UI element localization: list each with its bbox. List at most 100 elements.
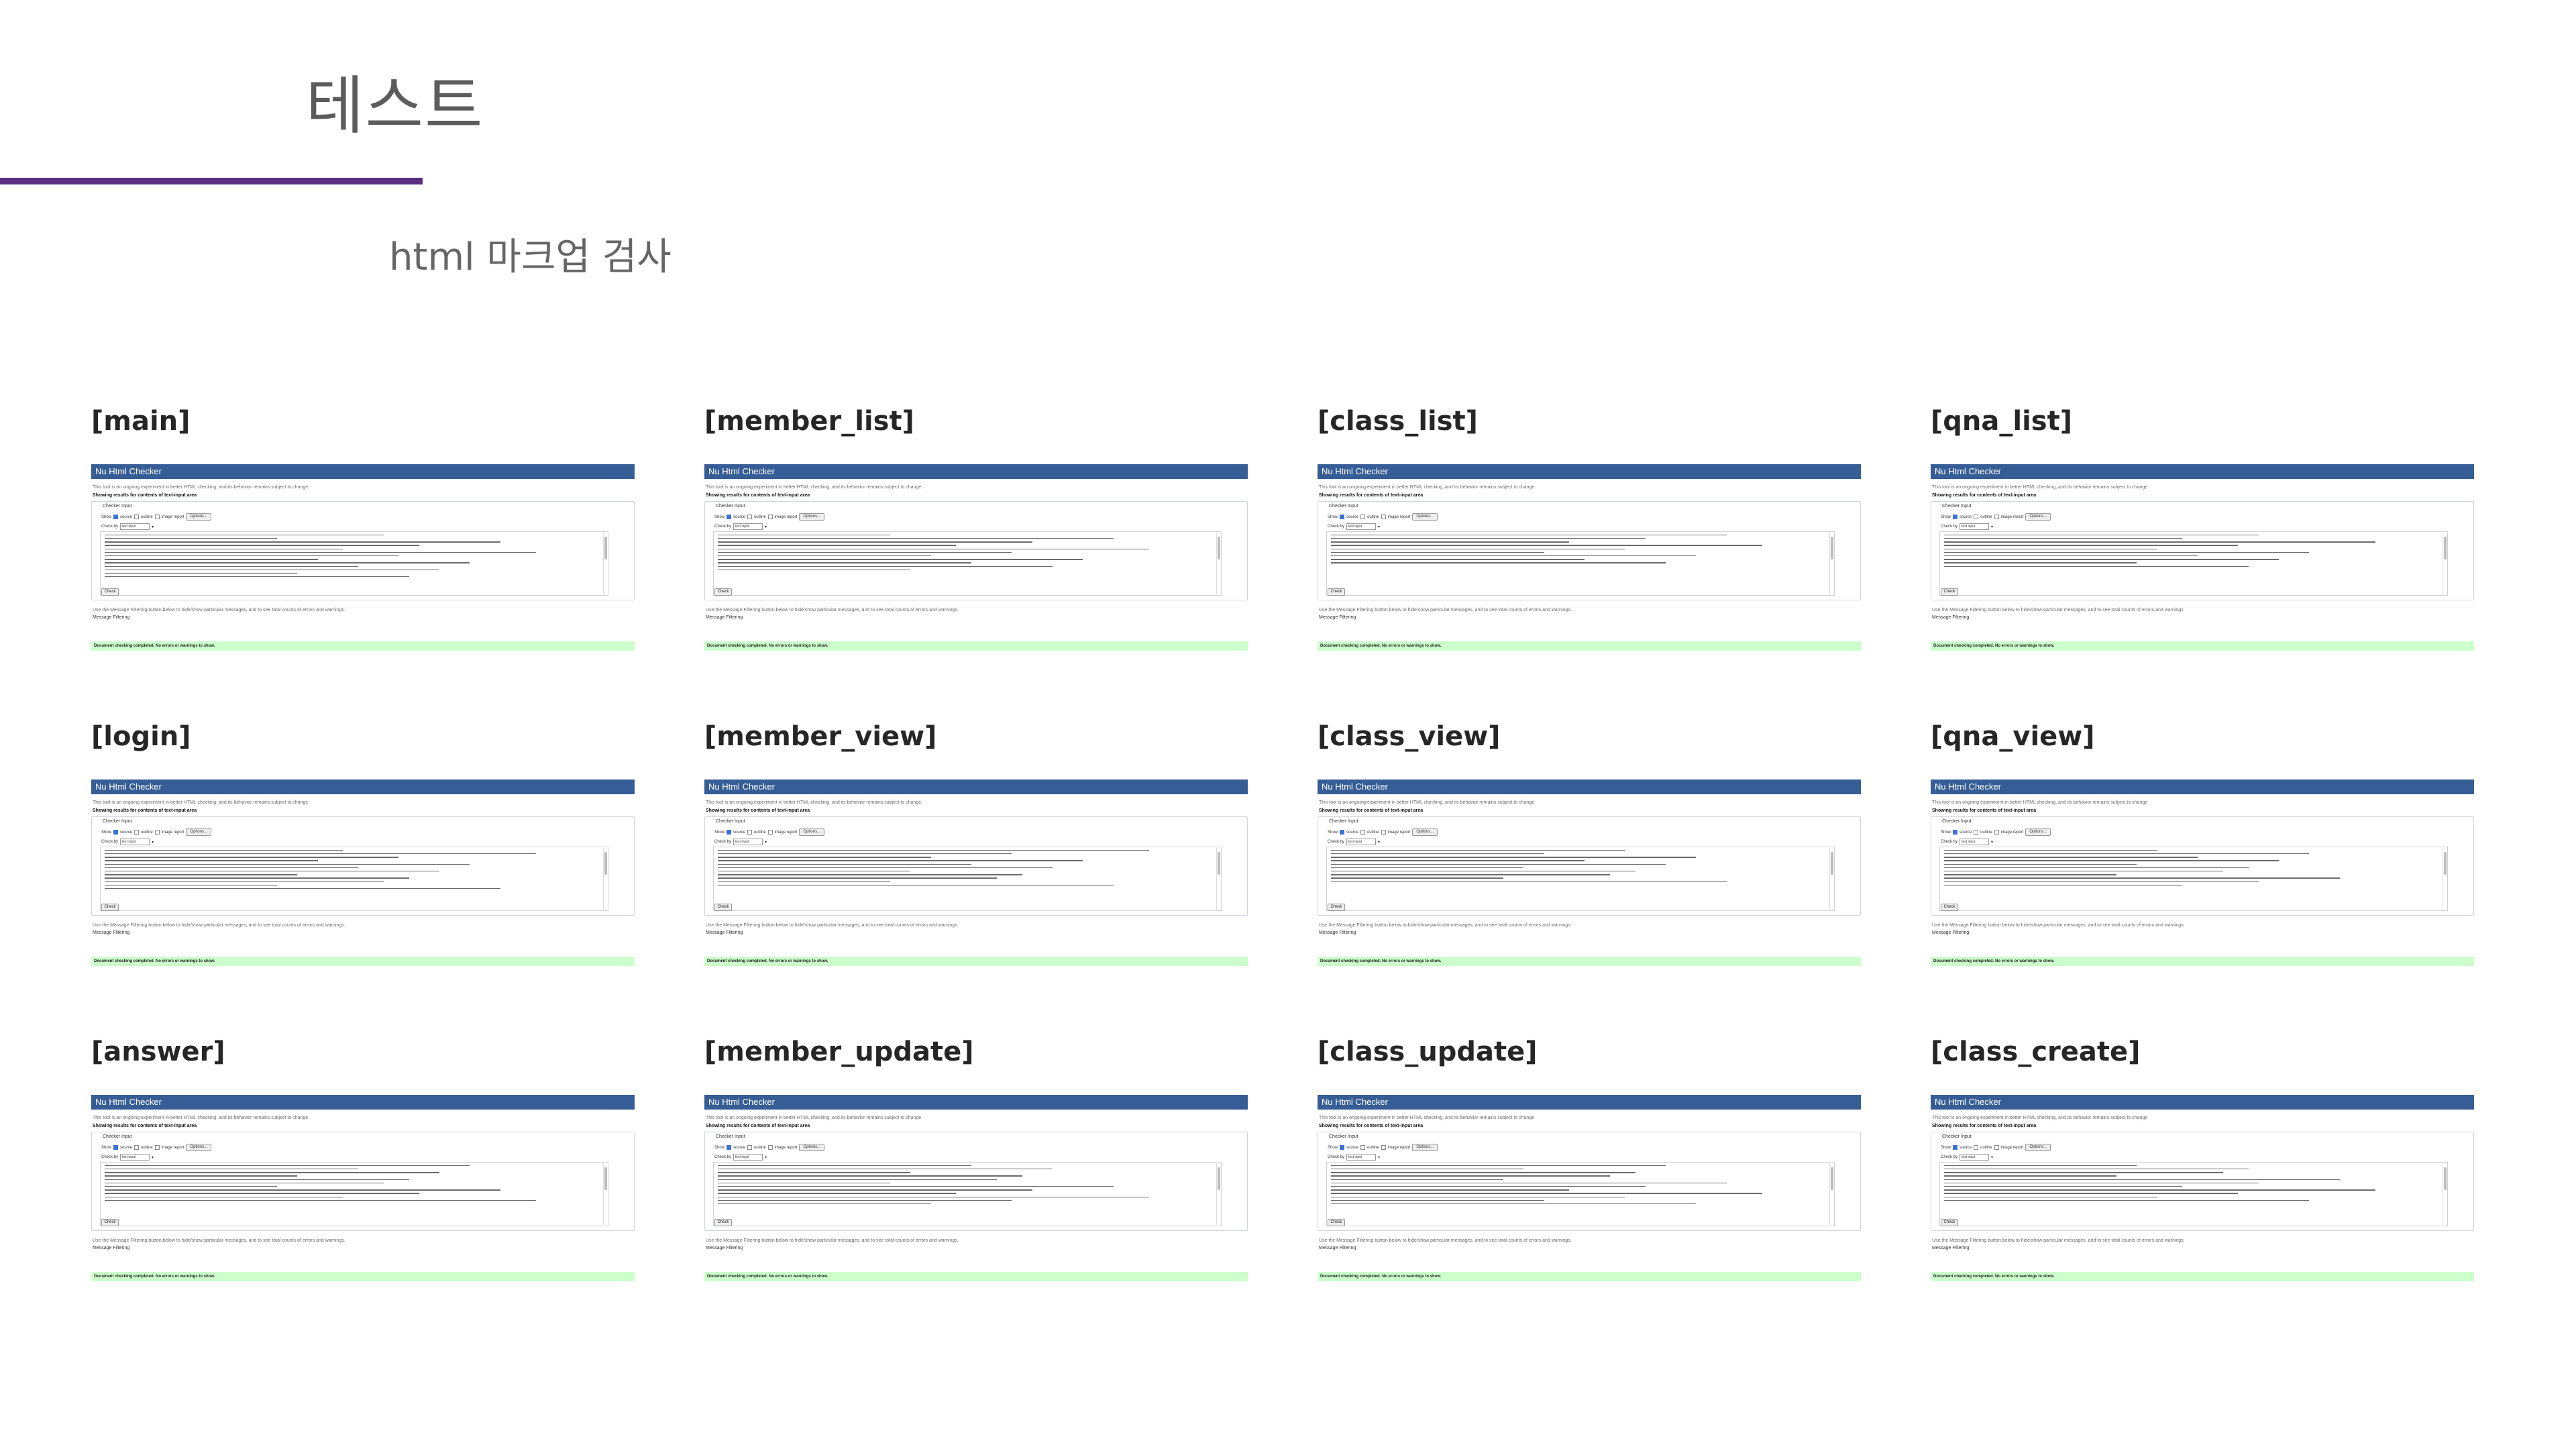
checkbox-outline[interactable] xyxy=(134,1145,140,1150)
source-textarea[interactable] xyxy=(100,531,608,596)
checkbox-outline[interactable] xyxy=(134,515,140,519)
check-button[interactable]: Check xyxy=(101,904,119,911)
checkbox-image-report[interactable] xyxy=(767,515,773,519)
scrollbar-thumb[interactable] xyxy=(2444,537,2447,559)
check-by-select[interactable]: text input xyxy=(120,523,150,530)
scrollbar-thumb[interactable] xyxy=(1218,852,1220,875)
check-by-select[interactable]: text input xyxy=(1346,523,1377,530)
checkbox-source[interactable] xyxy=(113,515,119,519)
checkbox-source[interactable] xyxy=(113,1145,119,1150)
check-by-select[interactable]: text input xyxy=(1346,1154,1377,1161)
check-by-select[interactable]: text input xyxy=(1960,523,1990,530)
checkbox-source[interactable] xyxy=(1953,515,1958,519)
source-textarea[interactable] xyxy=(1939,531,2448,596)
textarea-scrollbar[interactable] xyxy=(2443,533,2447,594)
check-button[interactable]: Check xyxy=(714,904,732,911)
check-button[interactable]: Check xyxy=(1328,1219,1345,1226)
textarea-scrollbar[interactable] xyxy=(603,1163,607,1225)
check-by-select[interactable]: text input xyxy=(120,1154,150,1161)
checkbox-image-report[interactable] xyxy=(1994,1145,1999,1150)
message-filtering-title[interactable]: Message Filtering xyxy=(1932,930,2474,936)
textarea-scrollbar[interactable] xyxy=(1216,533,1220,594)
source-textarea[interactable] xyxy=(1326,1162,1835,1226)
check-by-select[interactable]: text input xyxy=(733,523,763,530)
scrollbar-thumb[interactable] xyxy=(604,537,607,559)
checkbox-source[interactable] xyxy=(1953,1145,1958,1150)
options-button[interactable]: Options... xyxy=(1412,828,1438,836)
check-button[interactable]: Check xyxy=(1328,588,1345,596)
message-filtering-title[interactable]: Message Filtering xyxy=(706,1245,1248,1252)
checkbox-source[interactable] xyxy=(727,830,732,835)
checkbox-source[interactable] xyxy=(113,830,119,835)
options-button[interactable]: Options... xyxy=(1412,1144,1438,1151)
checkbox-outline[interactable] xyxy=(1360,1145,1366,1150)
textarea-scrollbar[interactable] xyxy=(1829,848,1833,910)
scrollbar-thumb[interactable] xyxy=(1218,1167,1220,1190)
options-button[interactable]: Options... xyxy=(2025,513,2051,521)
source-textarea[interactable] xyxy=(713,1162,1222,1226)
textarea-scrollbar[interactable] xyxy=(1216,1163,1220,1225)
scrollbar-thumb[interactable] xyxy=(604,852,607,875)
check-by-select[interactable]: text input xyxy=(733,1154,763,1161)
message-filtering-title[interactable]: Message Filtering xyxy=(93,614,635,621)
scrollbar-thumb[interactable] xyxy=(1831,852,1833,875)
check-by-select[interactable]: text input xyxy=(1960,1154,1990,1161)
scrollbar-thumb[interactable] xyxy=(1831,1167,1833,1190)
check-button[interactable]: Check xyxy=(1941,1219,1958,1226)
check-button[interactable]: Check xyxy=(101,1219,119,1226)
check-by-select[interactable]: text input xyxy=(120,839,150,845)
scrollbar-thumb[interactable] xyxy=(1831,537,1833,559)
checkbox-image-report[interactable] xyxy=(154,515,160,519)
checkbox-outline[interactable] xyxy=(1974,515,1979,519)
source-textarea[interactable] xyxy=(713,531,1222,596)
message-filtering-title[interactable]: Message Filtering xyxy=(1932,1245,2474,1252)
check-button[interactable]: Check xyxy=(1941,904,1958,911)
message-filtering-title[interactable]: Message Filtering xyxy=(706,614,1248,621)
checkbox-image-report[interactable] xyxy=(767,830,773,835)
options-button[interactable]: Options... xyxy=(799,1144,825,1151)
check-button[interactable]: Check xyxy=(714,588,732,596)
options-button[interactable]: Options... xyxy=(2025,1144,2051,1151)
options-button[interactable]: Options... xyxy=(799,828,825,836)
message-filtering-title[interactable]: Message Filtering xyxy=(1932,614,2474,621)
source-textarea[interactable] xyxy=(100,1162,608,1226)
check-button[interactable]: Check xyxy=(101,588,119,596)
checkbox-image-report[interactable] xyxy=(767,1145,773,1150)
checkbox-outline[interactable] xyxy=(1974,830,1979,835)
source-textarea[interactable] xyxy=(1939,1162,2448,1226)
check-by-select[interactable]: text input xyxy=(733,839,763,845)
checkbox-image-report[interactable] xyxy=(1381,830,1386,835)
source-textarea[interactable] xyxy=(1939,847,2448,911)
checkbox-image-report[interactable] xyxy=(154,830,160,835)
checkbox-outline[interactable] xyxy=(747,830,753,835)
checkbox-outline[interactable] xyxy=(747,1145,753,1150)
message-filtering-title[interactable]: Message Filtering xyxy=(1319,614,1861,621)
checkbox-outline[interactable] xyxy=(1974,1145,1979,1150)
message-filtering-title[interactable]: Message Filtering xyxy=(93,930,635,936)
checkbox-source[interactable] xyxy=(727,515,732,519)
checkbox-image-report[interactable] xyxy=(154,1145,160,1150)
check-button[interactable]: Check xyxy=(1941,588,1958,596)
message-filtering-title[interactable]: Message Filtering xyxy=(93,1245,635,1252)
check-button[interactable]: Check xyxy=(1328,904,1345,911)
options-button[interactable]: Options... xyxy=(2025,828,2051,836)
checkbox-image-report[interactable] xyxy=(1994,515,1999,519)
checkbox-outline[interactable] xyxy=(747,515,753,519)
checkbox-source[interactable] xyxy=(1340,830,1345,835)
scrollbar-thumb[interactable] xyxy=(2444,1167,2447,1190)
checkbox-image-report[interactable] xyxy=(1381,1145,1386,1150)
source-textarea[interactable] xyxy=(100,847,608,911)
textarea-scrollbar[interactable] xyxy=(1829,1163,1833,1225)
checkbox-source[interactable] xyxy=(727,1145,732,1150)
scrollbar-thumb[interactable] xyxy=(604,1167,607,1190)
textarea-scrollbar[interactable] xyxy=(603,533,607,594)
checkbox-outline[interactable] xyxy=(1360,830,1366,835)
textarea-scrollbar[interactable] xyxy=(1829,533,1833,594)
options-button[interactable]: Options... xyxy=(186,828,212,836)
message-filtering-title[interactable]: Message Filtering xyxy=(1319,1245,1861,1252)
checkbox-source[interactable] xyxy=(1953,830,1958,835)
checkbox-source[interactable] xyxy=(1340,1145,1345,1150)
options-button[interactable]: Options... xyxy=(186,513,212,521)
check-by-select[interactable]: text input xyxy=(1346,839,1377,845)
scrollbar-thumb[interactable] xyxy=(1218,537,1220,559)
